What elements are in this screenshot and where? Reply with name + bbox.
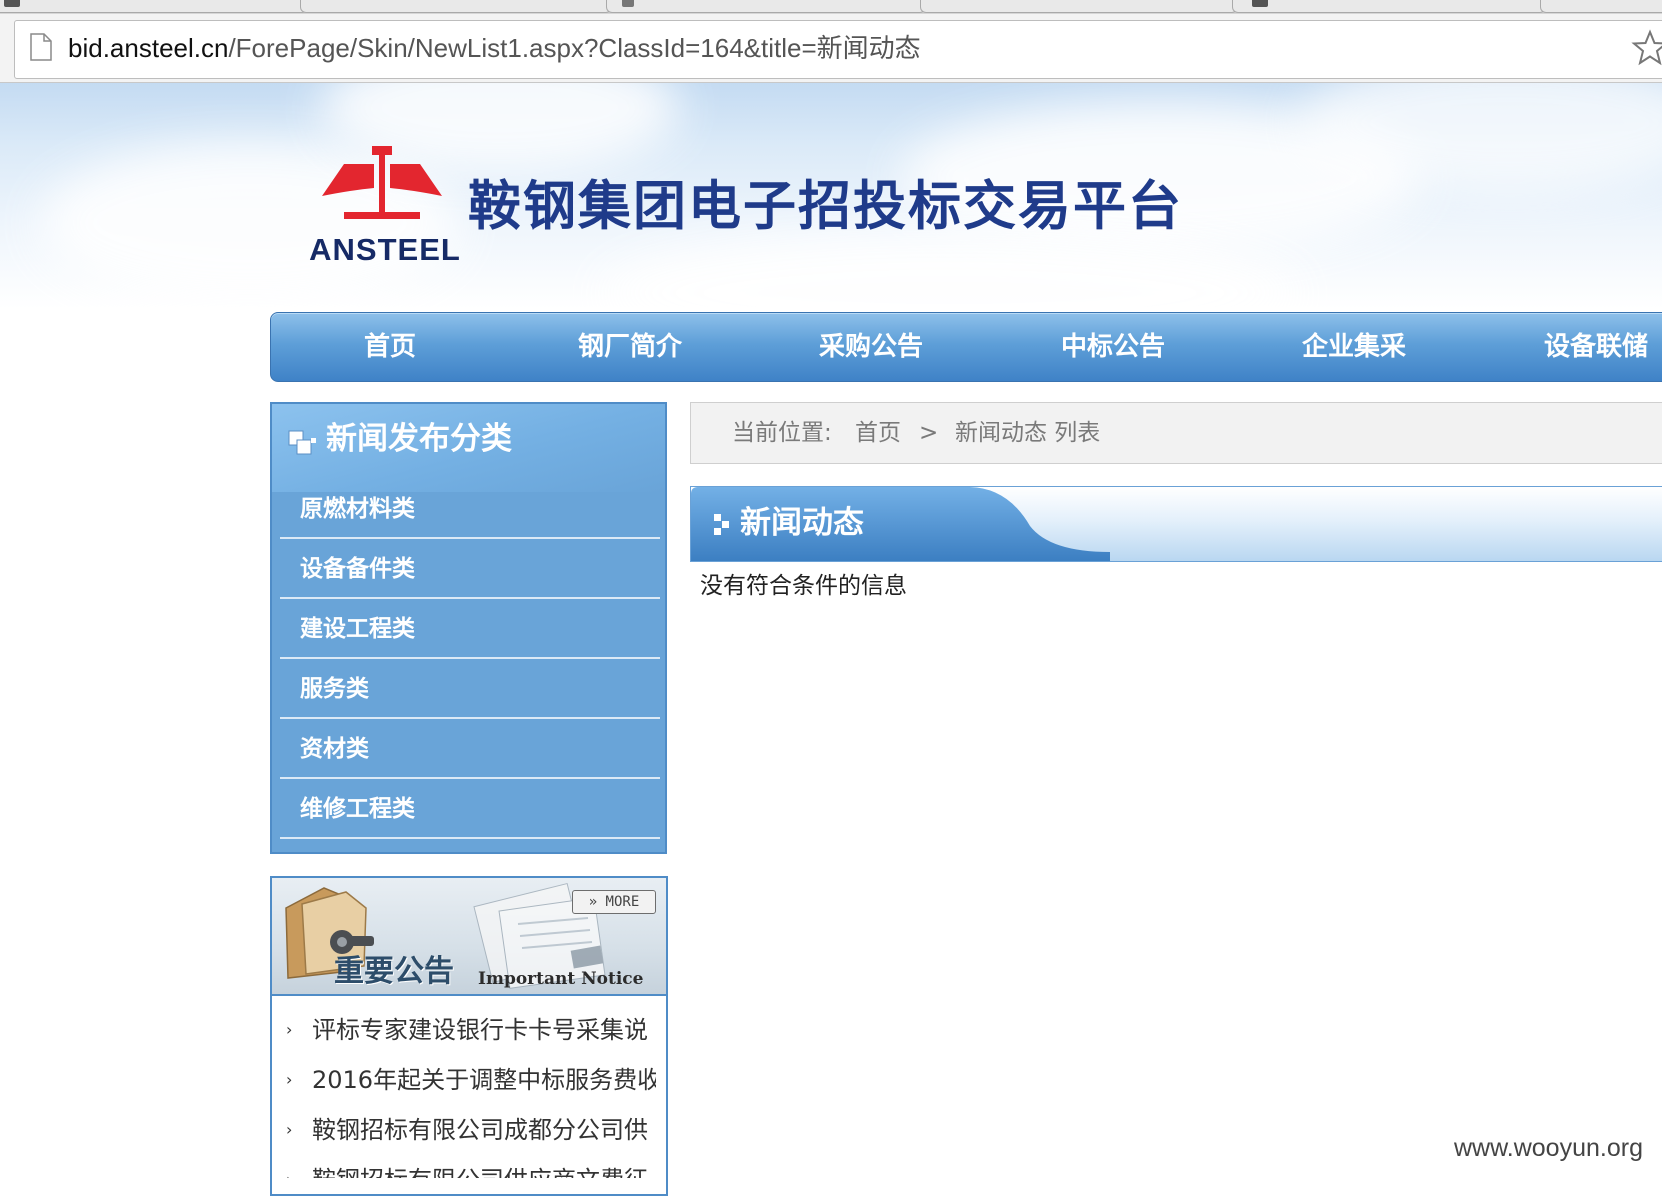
nav-item-award-notice[interactable]: 中标公告 <box>1061 313 1165 381</box>
watermark: www.wooyun.org <box>1454 1134 1643 1162</box>
ansteel-logo-icon <box>322 146 442 219</box>
url-path: /ForePage/Skin/NewList1.aspx?ClassId=164… <box>228 33 921 63</box>
nav-item-group-purchase[interactable]: 企业集采 <box>1302 313 1406 381</box>
ansteel-logo-text: ANSTEEL <box>309 232 461 267</box>
notice-list-item[interactable]: › 鞍钢招标有限公司供应商文费征 <box>286 1158 656 1178</box>
tab-favicon-icon <box>622 0 634 7</box>
category-maintenance[interactable]: 维修工程类 <box>280 781 660 839</box>
nav-item-home[interactable]: 首页 <box>364 313 416 381</box>
nav-item-procurement-notice[interactable]: 采购公告 <box>819 313 923 381</box>
main-navigation: 首页 钢厂简介 采购公告 中标公告 企业集采 设备联储 <box>270 312 1662 382</box>
tab-favicon-icon <box>1252 0 1268 7</box>
category-services[interactable]: 服务类 <box>280 661 660 719</box>
url-host: bid.ansteel.cn <box>68 33 229 63</box>
breadcrumb-label: 当前位置: <box>732 420 832 446</box>
address-url[interactable]: bid.ansteel.cn/ForePage/Skin/NewList1.as… <box>68 28 921 68</box>
category-label: 维修工程类 <box>300 796 415 822</box>
browser-tab[interactable] <box>0 0 308 13</box>
breadcrumb: 当前位置: 首页 > 新闻动态 列表 <box>690 402 1662 464</box>
site-title: 鞍钢集团电子招投标交易平台 <box>468 176 1183 237</box>
browser-tab[interactable] <box>1232 0 1546 13</box>
category-label: 服务类 <box>300 676 369 702</box>
notice-list-item[interactable]: › 2016年起关于调整中标服务费收 <box>286 1058 656 1102</box>
chevron-right-icon: › <box>286 1120 293 1139</box>
breadcrumb-separator: > <box>919 420 939 446</box>
browser-tab[interactable] <box>606 0 926 13</box>
breadcrumb-current: 新闻动态 列表 <box>955 420 1101 446</box>
notice-link-text: 2016年起关于调整中标服务费收 <box>312 1066 656 1094</box>
empty-result-message: 没有符合条件的信息 <box>700 573 907 599</box>
browser-tab[interactable] <box>300 0 612 13</box>
page-document-icon <box>30 33 52 61</box>
notice-title-english: Important Notice <box>478 969 644 989</box>
browser-tab[interactable] <box>920 0 1238 13</box>
notice-list-item[interactable]: › 评标专家建设银行卡卡号采集说 <box>286 1008 656 1052</box>
breadcrumb-home-link[interactable]: 首页 <box>855 403 901 463</box>
chevron-right-icon: › <box>286 1169 298 1178</box>
category-raw-fuel-materials[interactable]: 原燃材料类 <box>280 481 660 539</box>
news-section-title: 新闻动态 <box>740 505 864 541</box>
nav-item-company-intro[interactable]: 钢厂简介 <box>578 313 682 381</box>
notice-link-text: 鞍钢招标有限公司供应商文费征 <box>312 1158 648 1178</box>
category-label: 资材类 <box>300 736 369 762</box>
notice-list-item[interactable]: › 鞍钢招标有限公司成都分公司供 <box>286 1108 656 1152</box>
notice-more-button[interactable]: » MORE <box>572 890 656 914</box>
chevron-right-icon: › <box>286 1020 293 1039</box>
category-squares-icon <box>288 430 316 455</box>
notice-link-text: 鞍钢招标有限公司成都分公司供 <box>312 1116 648 1144</box>
category-label: 设备备件类 <box>300 556 415 582</box>
tab-favicon-icon <box>4 0 20 7</box>
chevron-right-icon: › <box>286 1070 293 1089</box>
category-label: 建设工程类 <box>300 616 415 642</box>
news-bullet-icon <box>714 514 729 535</box>
browser-tab[interactable] <box>1540 0 1662 13</box>
category-construction[interactable]: 建设工程类 <box>280 601 660 659</box>
category-equipment-parts[interactable]: 设备备件类 <box>280 541 660 599</box>
bookmark-star-icon[interactable] <box>1630 28 1662 68</box>
browser-tab-strip <box>0 0 1662 15</box>
notice-link-text: 评标专家建设银行卡卡号采集说 <box>312 1016 648 1044</box>
news-category-title: 新闻发布分类 <box>326 421 512 457</box>
notice-title: 重要公告 <box>334 954 454 989</box>
category-materials[interactable]: 资材类 <box>280 721 660 779</box>
nav-item-equipment-reserve[interactable]: 设备联储 <box>1544 313 1648 381</box>
category-label: 原燃材料类 <box>300 496 415 522</box>
